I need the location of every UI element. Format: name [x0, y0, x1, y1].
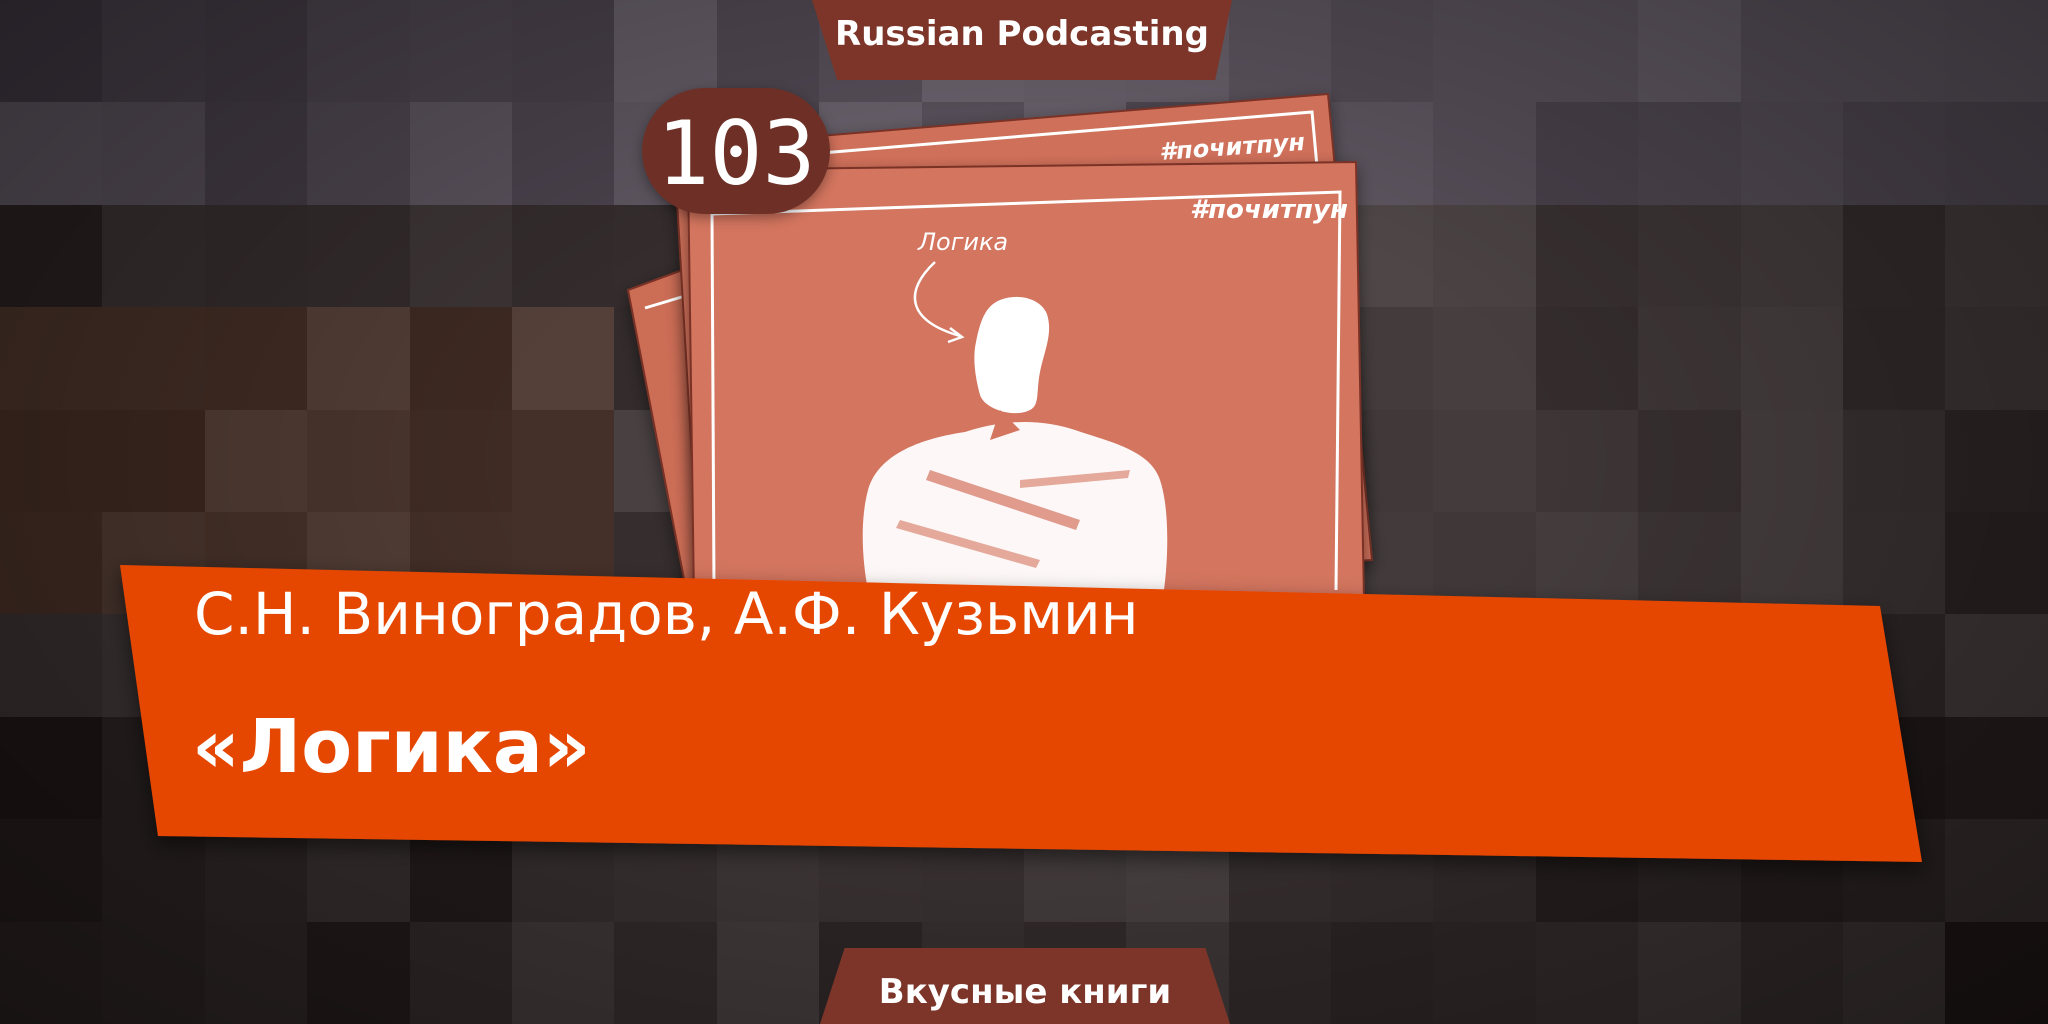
book-card-stack: #почитпун #почитпун Логика: [626, 92, 1374, 612]
show-tab: Вкусные книги: [820, 948, 1230, 1024]
episode-number: 103: [656, 102, 816, 205]
episode-authors: С.Н. Виноградов, А.Ф. Кузьмин: [194, 580, 1139, 648]
book-card-front: #почитпун Логика: [686, 160, 1366, 601]
cover-caption: Логика: [917, 228, 1008, 256]
episode-title: «Логика»: [192, 704, 591, 790]
episode-number-badge: 103: [642, 88, 830, 214]
show-label: Вкусные книги: [878, 972, 1172, 1012]
cover-hashtag: #почитпун: [1190, 195, 1348, 225]
